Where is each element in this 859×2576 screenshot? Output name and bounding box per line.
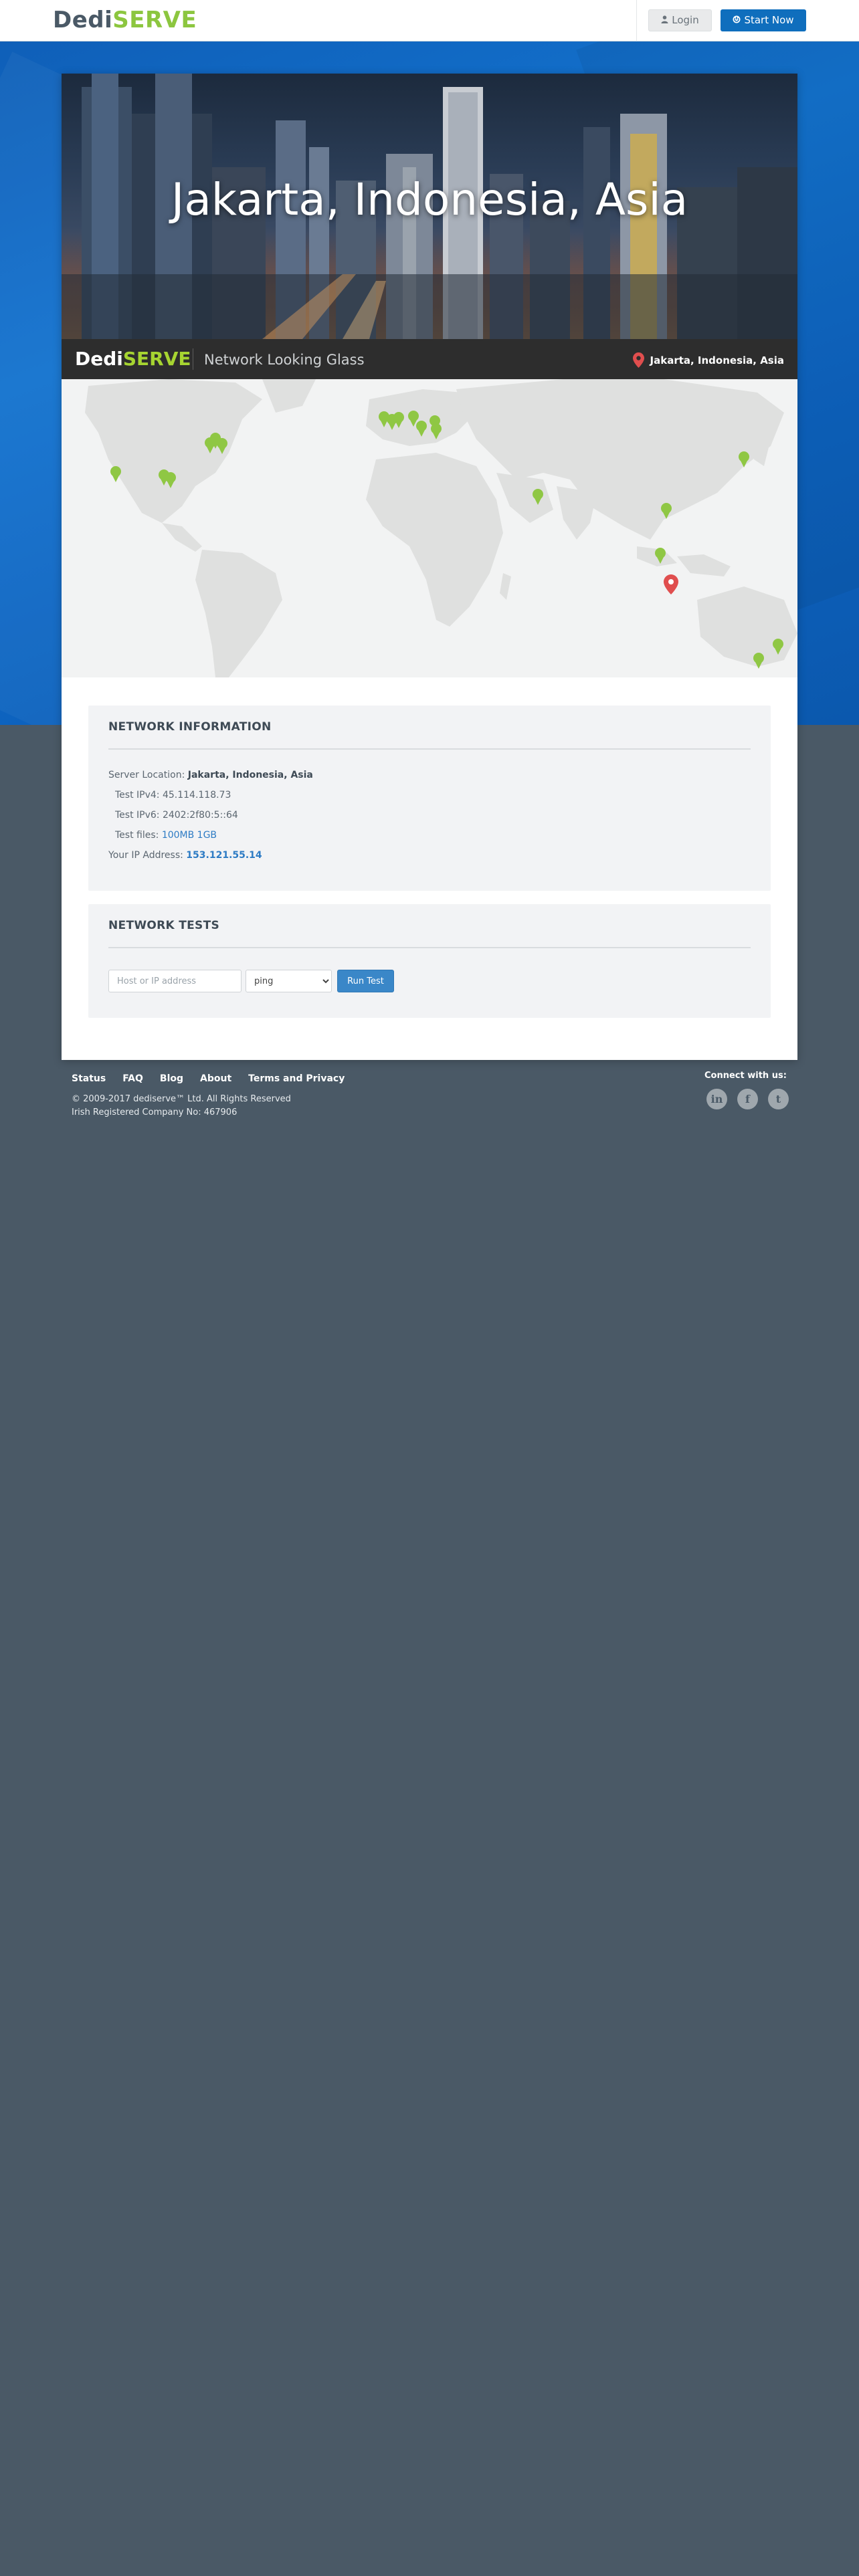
infobar-logo-dedi: Dedi <box>75 348 123 370</box>
your-ip-label: Your IP Address: <box>108 850 183 861</box>
footer-link-faq[interactable]: FAQ <box>122 1073 143 1084</box>
start-now-label: Start Now <box>744 14 794 26</box>
map-pin-icon <box>632 352 644 368</box>
footer-nav: Status FAQ Blog About Terms and Privacy <box>72 1073 361 1084</box>
footer-link-status[interactable]: Status <box>72 1073 106 1084</box>
login-label: Login <box>672 14 699 26</box>
current-location: Jakarta, Indonesia, Asia <box>632 352 784 368</box>
hero-title: Jakarta, Indonesia, Asia <box>171 174 688 225</box>
test-file-1gb-link[interactable]: 1GB <box>197 830 217 841</box>
footer-link-blog[interactable]: Blog <box>160 1073 183 1084</box>
current-location-label: Jakarta, Indonesia, Asia <box>650 354 784 366</box>
marker-pin-icon <box>110 466 121 482</box>
copyright-line: © 2009-2017 dediserve™ Ltd. All Rights R… <box>72 1094 291 1104</box>
hero-banner: Jakarta, Indonesia, Asia <box>62 74 797 339</box>
panel-divider <box>108 748 751 750</box>
world-map <box>62 379 797 677</box>
header-divider <box>636 0 637 41</box>
twitter-icon[interactable]: t <box>768 1089 789 1109</box>
login-button[interactable]: Login <box>648 9 712 31</box>
network-information-panel: NETWORK INFORMATION Server Location: Jak… <box>88 706 771 891</box>
ipv4-label: Test IPv4: <box>115 790 160 800</box>
main-card: Jakarta, Indonesia, Asia DediSERVE Netwo… <box>62 74 797 1060</box>
host-input[interactable] <box>108 970 242 992</box>
current-server-marker-icon <box>664 574 678 595</box>
power-icon <box>733 10 741 32</box>
test-file-100mb-link[interactable]: 100MB <box>162 830 194 841</box>
ipv4-row: Test IPv4: 45.114.118.73 <box>115 790 231 800</box>
network-tests-title: NETWORK TESTS <box>108 919 220 932</box>
ipv6-label: Test IPv6: <box>115 810 160 821</box>
ipv6-row: Test IPv6: 2402:2f80:5::64 <box>115 810 238 821</box>
connect-label: Connect with us: <box>704 1071 787 1081</box>
logo-serve: SERVE <box>112 7 197 33</box>
infobar-logo-serve: SERVE <box>122 348 191 370</box>
network-information-title: NETWORK INFORMATION <box>108 720 272 734</box>
server-location-row: Server Location: Jakarta, Indonesia, Asi… <box>108 770 313 780</box>
site-logo[interactable]: DediSERVE <box>53 7 197 33</box>
your-ip-value: 153.121.55.14 <box>186 850 262 861</box>
ipv4-value: 45.114.118.73 <box>162 790 231 800</box>
ipv6-value: 2402:2f80:5::64 <box>162 810 238 821</box>
linkedin-icon[interactable]: in <box>706 1089 727 1109</box>
your-ip-row: Your IP Address: 153.121.55.14 <box>108 850 262 861</box>
info-bar: DediSERVE Network Looking Glass Jakarta,… <box>62 339 797 379</box>
footer-link-terms[interactable]: Terms and Privacy <box>248 1073 345 1084</box>
run-test-button[interactable]: Run Test <box>337 970 394 992</box>
facebook-icon[interactable]: f <box>737 1089 758 1109</box>
infobar-logo: DediSERVE <box>75 348 191 370</box>
company-number: Irish Registered Company No: 467906 <box>72 1107 237 1117</box>
copyright: © 2009-2017 dediserve™ Ltd. All Rights R… <box>72 1093 291 1119</box>
server-location-value: Jakarta, Indonesia, Asia <box>187 770 313 780</box>
panel-divider <box>108 947 751 948</box>
logo-dedi: Dedi <box>53 7 113 33</box>
start-now-button[interactable]: Start Now <box>721 9 806 31</box>
world-map-graphic <box>85 379 797 677</box>
test-files-label: Test files: <box>115 830 159 841</box>
top-header: DediSERVE Login Start Now <box>0 0 859 41</box>
network-tests-panel: NETWORK TESTS ping Run Test <box>88 904 771 1018</box>
user-icon <box>661 11 668 31</box>
infobar-subtitle: Network Looking Glass <box>204 352 365 368</box>
footer-link-about[interactable]: About <box>200 1073 231 1084</box>
test-method-select[interactable]: ping <box>246 970 332 992</box>
server-location-label: Server Location: <box>108 770 185 780</box>
test-files-row: Test files: 100MB 1GB <box>115 830 217 841</box>
